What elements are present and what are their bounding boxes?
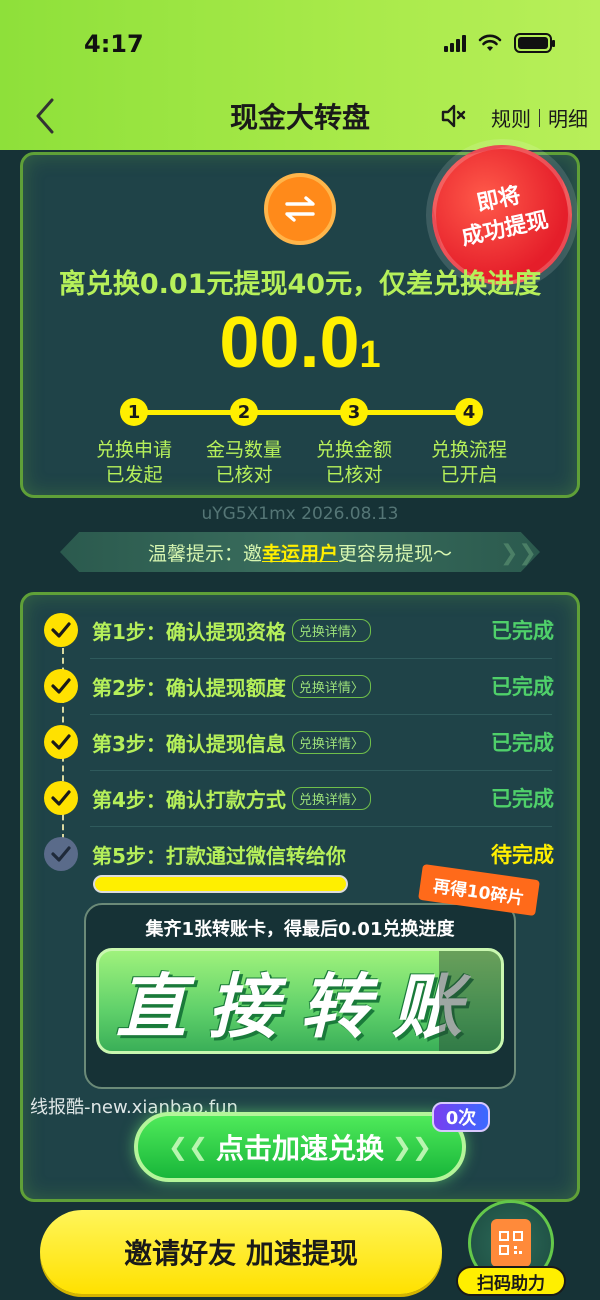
check-icon bbox=[44, 781, 78, 815]
accelerate-exchange-button[interactable]: ❮❮ 点击加速兑换 ❯❯ bbox=[134, 1112, 466, 1182]
lucky-user-link[interactable]: 幸运用户 bbox=[262, 539, 338, 566]
scan-help-button[interactable]: 扫码助力 bbox=[456, 1200, 566, 1296]
stepper-dot-1: 1 bbox=[120, 398, 148, 426]
stepper-label-4: 兑换流程 已开启 bbox=[430, 439, 507, 486]
qr-code-icon bbox=[491, 1219, 531, 1267]
user-id-date: uYG5X1mx 2026.08.13 bbox=[201, 504, 399, 524]
rules-link[interactable]: 规则 bbox=[491, 103, 531, 132]
stepper-line bbox=[134, 410, 468, 415]
stepper-dot-4: 4 bbox=[455, 398, 483, 426]
popup-title: 集齐1张转账卡，得最后0.01兑换进度 bbox=[145, 919, 455, 940]
stepper-label-2: 金马数量 已核对 bbox=[205, 439, 282, 486]
stepper-label-3: 兑换金额 已核对 bbox=[315, 439, 392, 486]
step-row-3: 第3步：确认提现信息 兑换详情〉 已完成 bbox=[44, 714, 554, 770]
exchange-detail-link[interactable]: 兑换详情〉 bbox=[291, 674, 371, 698]
step5-progress-bar bbox=[93, 875, 348, 893]
step-status: 已完成 bbox=[491, 619, 554, 643]
status-icons bbox=[444, 33, 555, 53]
step-status: 已完成 bbox=[491, 675, 554, 699]
wifi-icon bbox=[478, 34, 502, 51]
tip-banner: 温馨提示：邀 幸运用户 更容易提现～ bbox=[60, 532, 540, 572]
nav-separator bbox=[539, 108, 540, 127]
check-icon bbox=[44, 669, 78, 703]
exchange-headline: 离兑换0.01元提现40元，仅差兑换进度 bbox=[58, 269, 542, 300]
check-icon bbox=[44, 725, 78, 759]
status-time: 4:17 bbox=[84, 30, 144, 58]
nav-links: 规则 明细 bbox=[491, 103, 588, 132]
step-label: 第1步：确认提现资格 bbox=[92, 619, 286, 644]
accelerate-label: 点击加速兑换 bbox=[215, 1132, 384, 1165]
step-label: 第2步：确认提现额度 bbox=[92, 675, 286, 700]
count-badge: 0次 bbox=[432, 1102, 490, 1132]
pending-check-icon bbox=[44, 837, 78, 871]
double-chevron-right-icon: ❯❯ bbox=[391, 1133, 432, 1161]
stepper-label-1: 兑换申请 已发起 bbox=[95, 439, 172, 486]
step-label: 第5步：打款通过微信转给你 bbox=[92, 843, 346, 868]
signal-icon bbox=[444, 34, 466, 52]
button-shade bbox=[439, 951, 501, 1051]
step-row-4: 第4步：确认打款方式 兑换详情〉 已完成 bbox=[44, 770, 554, 826]
progress-main: 00.0 bbox=[219, 303, 360, 383]
step-label: 第3步：确认提现信息 bbox=[92, 731, 286, 756]
stepper-dot-2: 2 bbox=[230, 398, 258, 426]
chevron-right-icon: ❯❯ bbox=[500, 541, 537, 566]
double-chevron-left-icon: ❮❮ bbox=[168, 1133, 209, 1161]
stepper-dot-3: 3 bbox=[340, 398, 368, 426]
battery-icon bbox=[514, 33, 555, 53]
step-status: 已完成 bbox=[491, 787, 554, 811]
step-row-1: 第1步：确认提现资格 兑换详情〉 已完成 bbox=[44, 602, 554, 658]
step-status: 已完成 bbox=[491, 731, 554, 755]
details-link[interactable]: 明细 bbox=[548, 103, 588, 132]
step-label: 第4步：确认打款方式 bbox=[92, 787, 286, 812]
progress-number: 00.01 bbox=[0, 302, 600, 384]
direct-transfer-button[interactable]: 直接转账 bbox=[96, 948, 504, 1054]
direct-transfer-label: 直接转账 bbox=[116, 965, 484, 1048]
exchange-detail-link[interactable]: 兑换详情〉 bbox=[291, 730, 371, 754]
sound-mute-icon[interactable] bbox=[440, 102, 468, 130]
step-row-2: 第2步：确认提现额度 兑换详情〉 已完成 bbox=[44, 658, 554, 714]
exchange-detail-link[interactable]: 兑换详情〉 bbox=[291, 618, 371, 642]
invite-friends-button[interactable]: 邀请好友 加速提现 bbox=[40, 1210, 442, 1294]
exchange-icon bbox=[264, 173, 336, 245]
exchange-detail-link[interactable]: 兑换详情〉 bbox=[291, 786, 371, 810]
progress-tail: 1 bbox=[359, 334, 381, 376]
check-icon bbox=[44, 613, 78, 647]
scan-help-label: 扫码助力 bbox=[456, 1266, 566, 1296]
step-status: 待完成 bbox=[491, 843, 554, 867]
